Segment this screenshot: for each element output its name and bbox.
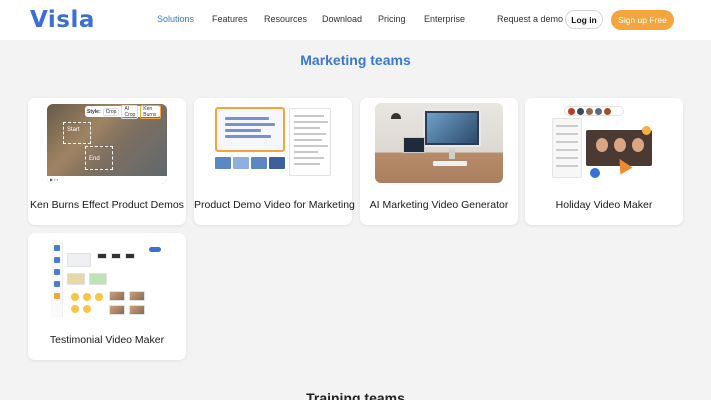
monitor [423, 109, 481, 147]
toggle-icon [149, 247, 161, 252]
product-demo-thumbnail [213, 104, 333, 184]
card-product-demo[interactable]: Product Demo Video for Marketing [194, 98, 355, 225]
login-button[interactable]: Log in [565, 10, 603, 29]
nav-resources[interactable]: Resources [264, 14, 307, 24]
side-panel [552, 118, 582, 178]
lamp [391, 113, 401, 119]
signup-button[interactable]: Sign up Free [611, 10, 674, 30]
testimonial-thumbnail [47, 239, 167, 319]
desk-photo-thumbnail [375, 103, 503, 183]
card-holiday[interactable]: Holiday Video Maker [525, 98, 683, 225]
script-panel [289, 108, 331, 176]
section-title-marketing: Marketing teams [300, 52, 411, 68]
tool-rail [51, 241, 63, 317]
nav-enterprise[interactable]: Enterprise [424, 14, 465, 24]
card-title: AI Marketing Video Generator [369, 199, 509, 211]
style-selector: Style: Crop AI Crop Ken Burns [85, 104, 161, 119]
card-title: Holiday Video Maker [555, 199, 653, 211]
scene-strip [215, 157, 287, 175]
nav-pricing[interactable]: Pricing [378, 14, 406, 24]
laptop [403, 137, 425, 153]
nav-solutions[interactable]: Solutions [157, 14, 194, 24]
badge-icon [590, 168, 600, 178]
holiday-thumbnail [544, 104, 664, 184]
start-label: Start [67, 127, 80, 133]
card-testimonial[interactable]: Testimonial Video Maker [28, 233, 186, 360]
card-ken-burns[interactable]: Style: Crop AI Crop Ken Burns Start End … [28, 98, 186, 225]
section-title-training: Training teams [306, 390, 405, 400]
card-ai-marketing[interactable]: AI Marketing Video Generator [360, 98, 518, 225]
keyboard [433, 161, 467, 166]
visla-logo[interactable]: Visla [30, 7, 95, 33]
card-title: Ken Burns Effect Product Demos [30, 199, 184, 211]
top-navigation-bar: Visla Solutions Features Resources Downl… [0, 0, 711, 40]
reaction-icon [642, 126, 651, 135]
end-label: End [89, 156, 100, 162]
nav-download[interactable]: Download [322, 14, 362, 24]
nav-features[interactable]: Features [212, 14, 248, 24]
request-demo-link[interactable]: Request a demo [497, 14, 563, 24]
editor-grid [67, 245, 165, 317]
start-frame-box [63, 122, 91, 144]
player-controls: ▶ ▪ ▪ [47, 176, 167, 184]
card-title: Product Demo Video for Marketing [194, 199, 355, 211]
slide-preview [215, 107, 285, 152]
avatar-bar [564, 106, 624, 116]
card-title: Testimonial Video Maker [49, 334, 165, 346]
ken-burns-thumbnail: Style: Crop AI Crop Ken Burns Start End … [47, 104, 167, 184]
